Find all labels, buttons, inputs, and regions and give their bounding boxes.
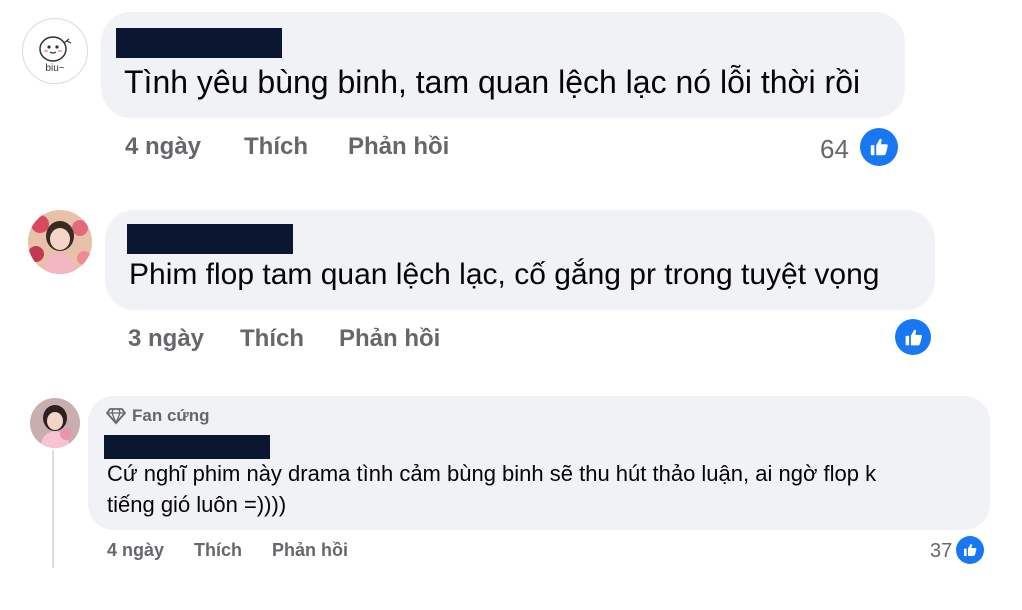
comment-text-line2: tiếng gió luôn =)))) bbox=[107, 492, 287, 517]
comment-time[interactable]: 4 ngày bbox=[125, 133, 201, 161]
thumbs-up-glyph bbox=[870, 138, 888, 156]
reaction-count[interactable]: 37 bbox=[930, 540, 952, 563]
redacted-username bbox=[116, 28, 282, 58]
badge-label: Fan cứng bbox=[132, 406, 210, 425]
reply-link[interactable]: Phản hồi bbox=[348, 133, 449, 161]
comment-text: Phim flop tam quan lệch lạc, cố gắng pr … bbox=[129, 258, 880, 291]
comment-time[interactable]: 4 ngày bbox=[107, 540, 164, 561]
thumbs-up-icon[interactable] bbox=[895, 319, 931, 355]
like-link[interactable]: Thích bbox=[194, 540, 242, 561]
thumbs-up-icon[interactable] bbox=[860, 128, 898, 166]
like-link[interactable]: Thích bbox=[240, 325, 304, 353]
like-link[interactable]: Thích bbox=[244, 133, 308, 161]
thumbs-up-icon[interactable] bbox=[956, 536, 984, 564]
fan-badge: Fan cứng bbox=[106, 406, 209, 426]
commenter-avatar[interactable]: biu~ bbox=[22, 18, 88, 84]
avatar-caption: biu~ bbox=[45, 63, 65, 74]
commenter-avatar[interactable] bbox=[28, 210, 92, 274]
redacted-username bbox=[127, 224, 293, 254]
comments-panel: biu~ Tình yêu bùng binh, tam quan lệch l… bbox=[0, 0, 1022, 610]
commenter-avatar[interactable] bbox=[30, 398, 80, 448]
thumbs-up-glyph bbox=[905, 329, 922, 345]
redacted-username bbox=[104, 435, 270, 459]
reply-link[interactable]: Phản hồi bbox=[339, 325, 440, 353]
comment-text: Tình yêu bùng binh, tam quan lệch lạc nó… bbox=[124, 64, 861, 100]
reaction-count[interactable]: 64 bbox=[820, 134, 849, 165]
diamond-icon bbox=[106, 408, 126, 425]
comment-time[interactable]: 3 ngày bbox=[128, 325, 204, 353]
avatar-girl-flowers-icon bbox=[28, 210, 92, 274]
thumbs-up-glyph bbox=[964, 544, 977, 556]
thread-line bbox=[52, 450, 54, 568]
reply-link[interactable]: Phản hồi bbox=[272, 540, 348, 561]
avatar-girl-pink-icon bbox=[30, 398, 80, 448]
comment-text-line1: Cứ nghĩ phim này drama tình cảm bùng bin… bbox=[107, 461, 877, 486]
